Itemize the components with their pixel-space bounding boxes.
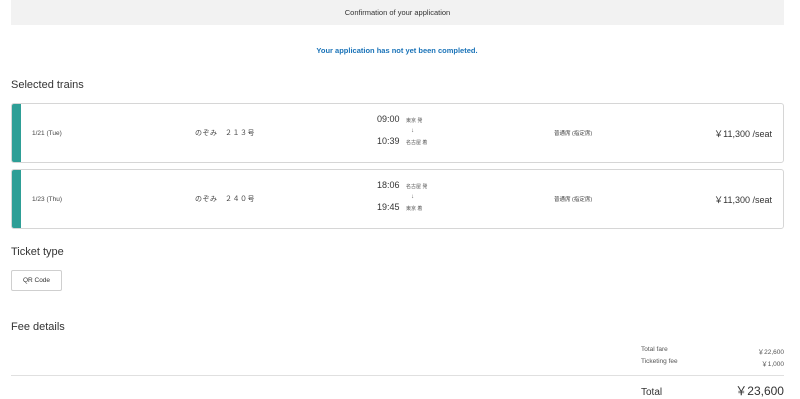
seat-type: 普通席 (指定席)	[554, 131, 593, 137]
total-row: Total ￥23,600	[641, 382, 784, 399]
depart-station: 東京 発	[406, 118, 423, 124]
train-card-accent	[12, 104, 21, 162]
train-date: 1/23 (Thu)	[32, 195, 62, 203]
total-label: Total	[641, 387, 663, 398]
arrive-time: 10:39	[377, 136, 400, 146]
ticketing-fee-label: Ticketing fee	[641, 358, 678, 365]
arrive-station: 名古屋 着	[406, 140, 428, 146]
train-price: ￥11,300 /seat	[714, 128, 772, 139]
total-value: ￥23,600	[735, 384, 784, 398]
depart-station: 名古屋 発	[406, 184, 428, 190]
selected-trains-heading: Selected trains	[11, 79, 84, 91]
ticket-type-heading: Ticket type	[11, 246, 64, 258]
page-title: Confirmation of your application	[344, 8, 451, 17]
qr-code-button[interactable]: QR Code	[11, 270, 62, 291]
train-card: 1/21 (Tue) のぞみ ２１３号 09:00 東京 発 ↓ 10:39 名…	[11, 103, 784, 163]
train-card: 1/23 (Thu) のぞみ ２４０号 18:06 名古屋 発 ↓ 19:45 …	[11, 169, 784, 229]
total-fare-label: Total fare	[641, 346, 668, 353]
arrive-station: 東京 着	[406, 206, 423, 212]
total-fare-value: ￥22,600	[757, 349, 784, 356]
train-name: のぞみ ２１３号	[195, 130, 255, 137]
train-card-accent	[12, 170, 21, 228]
train-times: 09:00 東京 発 ↓ 10:39 名古屋 着	[377, 114, 467, 148]
seat-type: 普通席 (指定席)	[554, 197, 593, 203]
train-date: 1/21 (Tue)	[32, 129, 62, 137]
ticketing-fee-row: Ticketing fee ￥1,000	[641, 358, 784, 368]
arrive-time: 19:45	[377, 202, 400, 212]
fee-divider	[11, 375, 784, 376]
ticketing-fee-value: ￥1,000	[761, 361, 784, 368]
train-times: 18:06 名古屋 発 ↓ 19:45 東京 着	[377, 180, 467, 214]
depart-time: 18:06	[377, 180, 400, 190]
total-fare-row: Total fare ￥22,600	[641, 346, 784, 356]
fee-details-heading: Fee details	[11, 321, 65, 333]
train-name: のぞみ ２４０号	[195, 196, 255, 203]
depart-time: 09:00	[377, 114, 400, 124]
page-header: Confirmation of your application	[11, 0, 784, 25]
arrow-down-icon: ↓	[411, 128, 414, 134]
arrow-down-icon: ↓	[411, 194, 414, 200]
incomplete-notice: Your application has not yet been comple…	[316, 46, 478, 55]
train-price: ￥11,300 /seat	[714, 194, 772, 205]
